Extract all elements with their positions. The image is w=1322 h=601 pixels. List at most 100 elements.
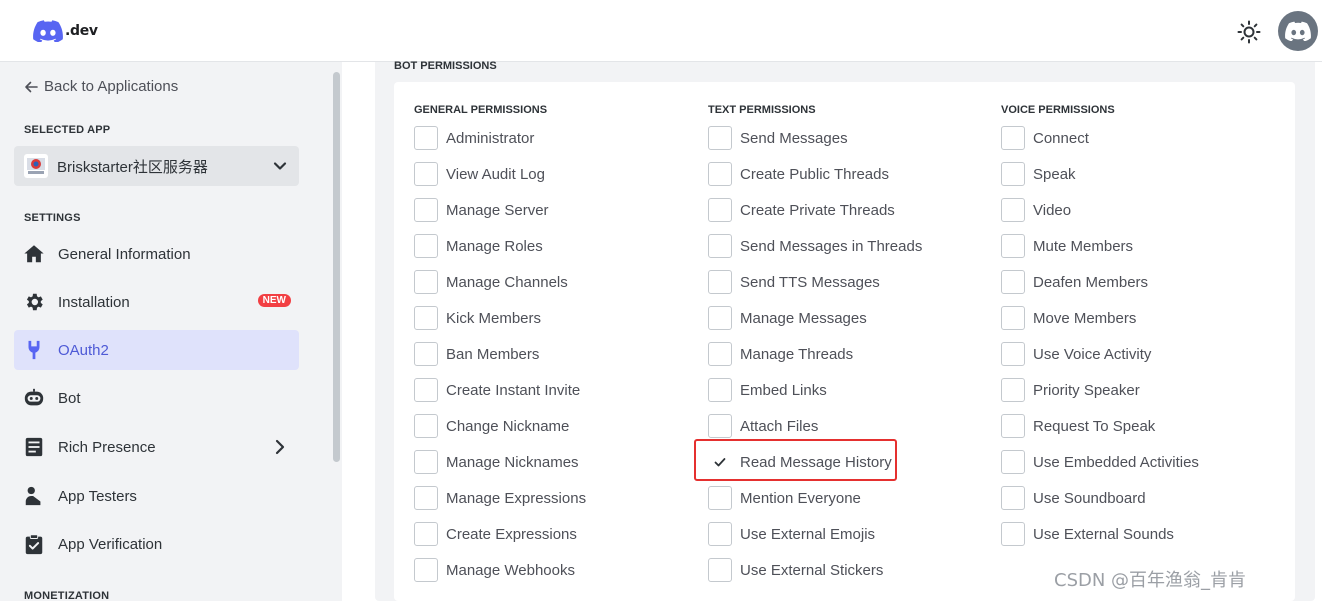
permission-row[interactable]: Manage Messages xyxy=(708,306,867,330)
permission-label: Manage Roles xyxy=(446,237,543,255)
permission-row[interactable]: Manage Threads xyxy=(708,342,853,366)
permission-checkbox[interactable] xyxy=(708,126,732,150)
permission-row[interactable]: Manage Server xyxy=(414,198,549,222)
permission-checkbox[interactable] xyxy=(1001,378,1025,402)
permission-checkbox[interactable] xyxy=(414,522,438,546)
permission-checkbox[interactable] xyxy=(414,450,438,474)
permission-row[interactable]: Mute Members xyxy=(1001,234,1133,258)
permission-checkbox[interactable] xyxy=(1001,126,1025,150)
permission-checkbox[interactable] xyxy=(1001,522,1025,546)
permission-checkbox[interactable] xyxy=(708,450,732,474)
permission-checkbox[interactable] xyxy=(414,414,438,438)
sidebar-item-oauth2[interactable]: OAuth2 xyxy=(14,330,299,370)
permission-checkbox[interactable] xyxy=(1001,414,1025,438)
permission-checkbox[interactable] xyxy=(414,162,438,186)
permission-label: Kick Members xyxy=(446,309,542,327)
permission-checkbox[interactable] xyxy=(708,306,732,330)
permission-checkbox[interactable] xyxy=(1001,486,1025,510)
permission-row[interactable]: Read Message History xyxy=(708,450,892,474)
permission-row[interactable]: Request To Speak xyxy=(1001,414,1155,438)
permission-checkbox[interactable] xyxy=(708,522,732,546)
permission-row[interactable]: Priority Speaker xyxy=(1001,378,1140,402)
permission-checkbox[interactable] xyxy=(708,486,732,510)
permission-row[interactable]: Attach Files xyxy=(708,414,818,438)
permission-checkbox[interactable] xyxy=(414,342,438,366)
permission-checkbox[interactable] xyxy=(708,270,732,294)
permission-checkbox[interactable] xyxy=(414,234,438,258)
permission-checkbox[interactable] xyxy=(1001,342,1025,366)
permission-row[interactable]: Speak xyxy=(1001,162,1076,186)
sidebar-item-app-testers[interactable]: App Testers xyxy=(14,476,299,516)
permission-checkbox[interactable] xyxy=(414,558,438,582)
permission-row[interactable]: Create Expressions xyxy=(414,522,577,546)
permission-checkbox[interactable] xyxy=(708,378,732,402)
permission-row[interactable]: Create Instant Invite xyxy=(414,378,580,402)
permission-row[interactable]: Connect xyxy=(1001,126,1089,150)
sidebar-item-rich-presence[interactable]: Rich Presence xyxy=(14,427,299,467)
permission-row[interactable]: Use External Sounds xyxy=(1001,522,1174,546)
permission-checkbox[interactable] xyxy=(1001,162,1025,186)
permission-label: Manage Nicknames xyxy=(446,453,579,471)
permission-row[interactable]: Send TTS Messages xyxy=(708,270,880,294)
sidebar-item-app-verification[interactable]: App Verification xyxy=(14,524,299,564)
permission-row[interactable]: Manage Nicknames xyxy=(414,450,579,474)
permission-row[interactable]: Manage Webhooks xyxy=(414,558,575,582)
sidebar-item-label: Installation xyxy=(58,293,130,311)
gear-icon xyxy=(22,290,46,314)
permission-row[interactable]: Create Public Threads xyxy=(708,162,889,186)
permission-row[interactable]: Deafen Members xyxy=(1001,270,1148,294)
theme-toggle-button[interactable] xyxy=(1236,19,1262,45)
permission-checkbox[interactable] xyxy=(414,270,438,294)
permission-row[interactable]: View Audit Log xyxy=(414,162,545,186)
permission-row[interactable]: Administrator xyxy=(414,126,534,150)
permission-row[interactable]: Send Messages in Threads xyxy=(708,234,922,258)
permission-checkbox[interactable] xyxy=(708,162,732,186)
permission-checkbox[interactable] xyxy=(1001,450,1025,474)
checkmark-icon xyxy=(714,458,726,467)
sidebar-item-general-information[interactable]: General Information xyxy=(14,234,299,274)
permission-row[interactable]: Manage Expressions xyxy=(414,486,586,510)
permission-row[interactable]: Use Embedded Activities xyxy=(1001,450,1199,474)
permission-row[interactable]: Manage Roles xyxy=(414,234,543,258)
sidebar-scrollbar-thumb[interactable] xyxy=(333,72,340,462)
permission-row[interactable]: Manage Channels xyxy=(414,270,568,294)
permission-checkbox[interactable] xyxy=(414,306,438,330)
permission-row[interactable]: Move Members xyxy=(1001,306,1136,330)
permission-checkbox[interactable] xyxy=(1001,270,1025,294)
permission-row[interactable]: Embed Links xyxy=(708,378,827,402)
permission-checkbox[interactable] xyxy=(708,342,732,366)
sidebar-item-label: Rich Presence xyxy=(58,438,156,456)
home-icon xyxy=(22,242,46,266)
permission-row[interactable]: Send Messages xyxy=(708,126,848,150)
permission-checkbox[interactable] xyxy=(414,378,438,402)
sidebar-item-installation[interactable]: Installation NEW xyxy=(14,282,299,322)
permission-row[interactable]: Change Nickname xyxy=(414,414,569,438)
sidebar-item-bot[interactable]: Bot xyxy=(14,378,299,418)
permission-row[interactable]: Use External Stickers xyxy=(708,558,883,582)
bot-permissions-title: BOT PERMISSIONS xyxy=(394,60,497,72)
discord-dev-logo[interactable]: .dev xyxy=(33,20,98,42)
permission-checkbox[interactable] xyxy=(708,198,732,222)
permission-checkbox[interactable] xyxy=(708,234,732,258)
permission-checkbox[interactable] xyxy=(414,486,438,510)
permission-row[interactable]: Ban Members xyxy=(414,342,539,366)
permission-checkbox[interactable] xyxy=(1001,198,1025,222)
permission-checkbox[interactable] xyxy=(1001,234,1025,258)
permission-checkbox[interactable] xyxy=(708,558,732,582)
permission-row[interactable]: Use Soundboard xyxy=(1001,486,1146,510)
permission-row[interactable]: Mention Everyone xyxy=(708,486,861,510)
user-avatar[interactable] xyxy=(1278,11,1318,51)
permission-row[interactable]: Use Voice Activity xyxy=(1001,342,1151,366)
permission-label: Ban Members xyxy=(446,345,540,363)
permission-checkbox[interactable] xyxy=(1001,306,1025,330)
back-to-applications-link[interactable]: Back to Applications xyxy=(24,78,178,95)
permission-checkbox[interactable] xyxy=(414,126,438,150)
permission-label: Attach Files xyxy=(740,417,819,435)
permission-row[interactable]: Use External Emojis xyxy=(708,522,875,546)
permission-row[interactable]: Video xyxy=(1001,198,1071,222)
permission-checkbox[interactable] xyxy=(414,198,438,222)
app-selector-dropdown[interactable]: Briskstarter社区服务器 xyxy=(14,146,299,186)
permission-checkbox[interactable] xyxy=(708,414,732,438)
permission-row[interactable]: Create Private Threads xyxy=(708,198,895,222)
permission-row[interactable]: Kick Members xyxy=(414,306,541,330)
